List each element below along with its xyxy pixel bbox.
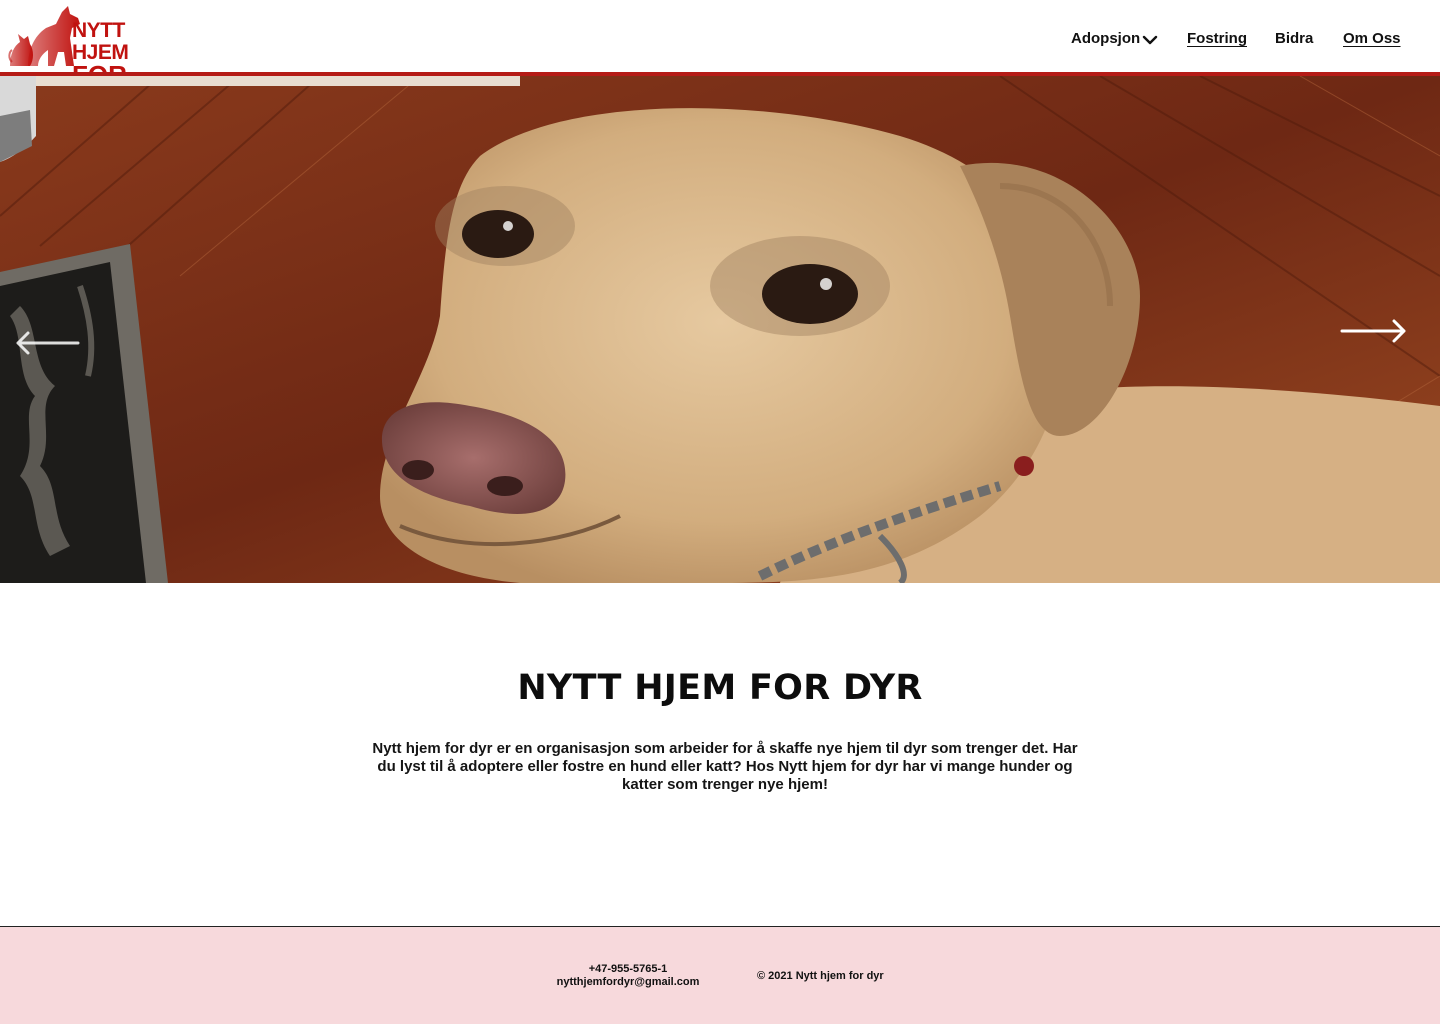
footer-email[interactable]: nytthjemfordyr@gmail.com <box>540 976 716 989</box>
nav-om-oss[interactable]: Om Oss <box>1343 30 1401 47</box>
footer-phone[interactable]: +47-955-5765-1 <box>540 963 716 976</box>
logo-line1: NYTT HJEM <box>72 19 129 64</box>
page-title: NYTT HJEM FOR DYR <box>517 668 923 708</box>
hero-carousel <box>0 76 1440 583</box>
footer-copyright: © 2021 Nytt hjem for dyr <box>757 970 884 982</box>
footer-contact: +47-955-5765-1 nytthjemfordyr@gmail.com <box>540 963 716 989</box>
nav-fostring[interactable]: Fostring <box>1187 30 1247 47</box>
arrow-right-icon[interactable] <box>1340 318 1408 344</box>
arrow-left-icon[interactable] <box>14 330 80 356</box>
dog-photo <box>0 76 1440 583</box>
nav-adopsjon[interactable]: Adopsjon <box>1071 30 1140 47</box>
nav-bidra[interactable]: Bidra <box>1275 30 1313 47</box>
site-header: NYTT HJEM FOR DYR Adopsjon Fostring Bidr… <box>0 0 1440 110</box>
site-footer: +47-955-5765-1 nytthjemfordyr@gmail.com … <box>0 926 1440 1024</box>
intro-paragraph: Nytt hjem for dyr er en organisasjon som… <box>372 740 1078 793</box>
site-logo[interactable]: NYTT HJEM FOR DYR <box>8 2 180 110</box>
chevron-down-icon[interactable] <box>1142 33 1158 47</box>
